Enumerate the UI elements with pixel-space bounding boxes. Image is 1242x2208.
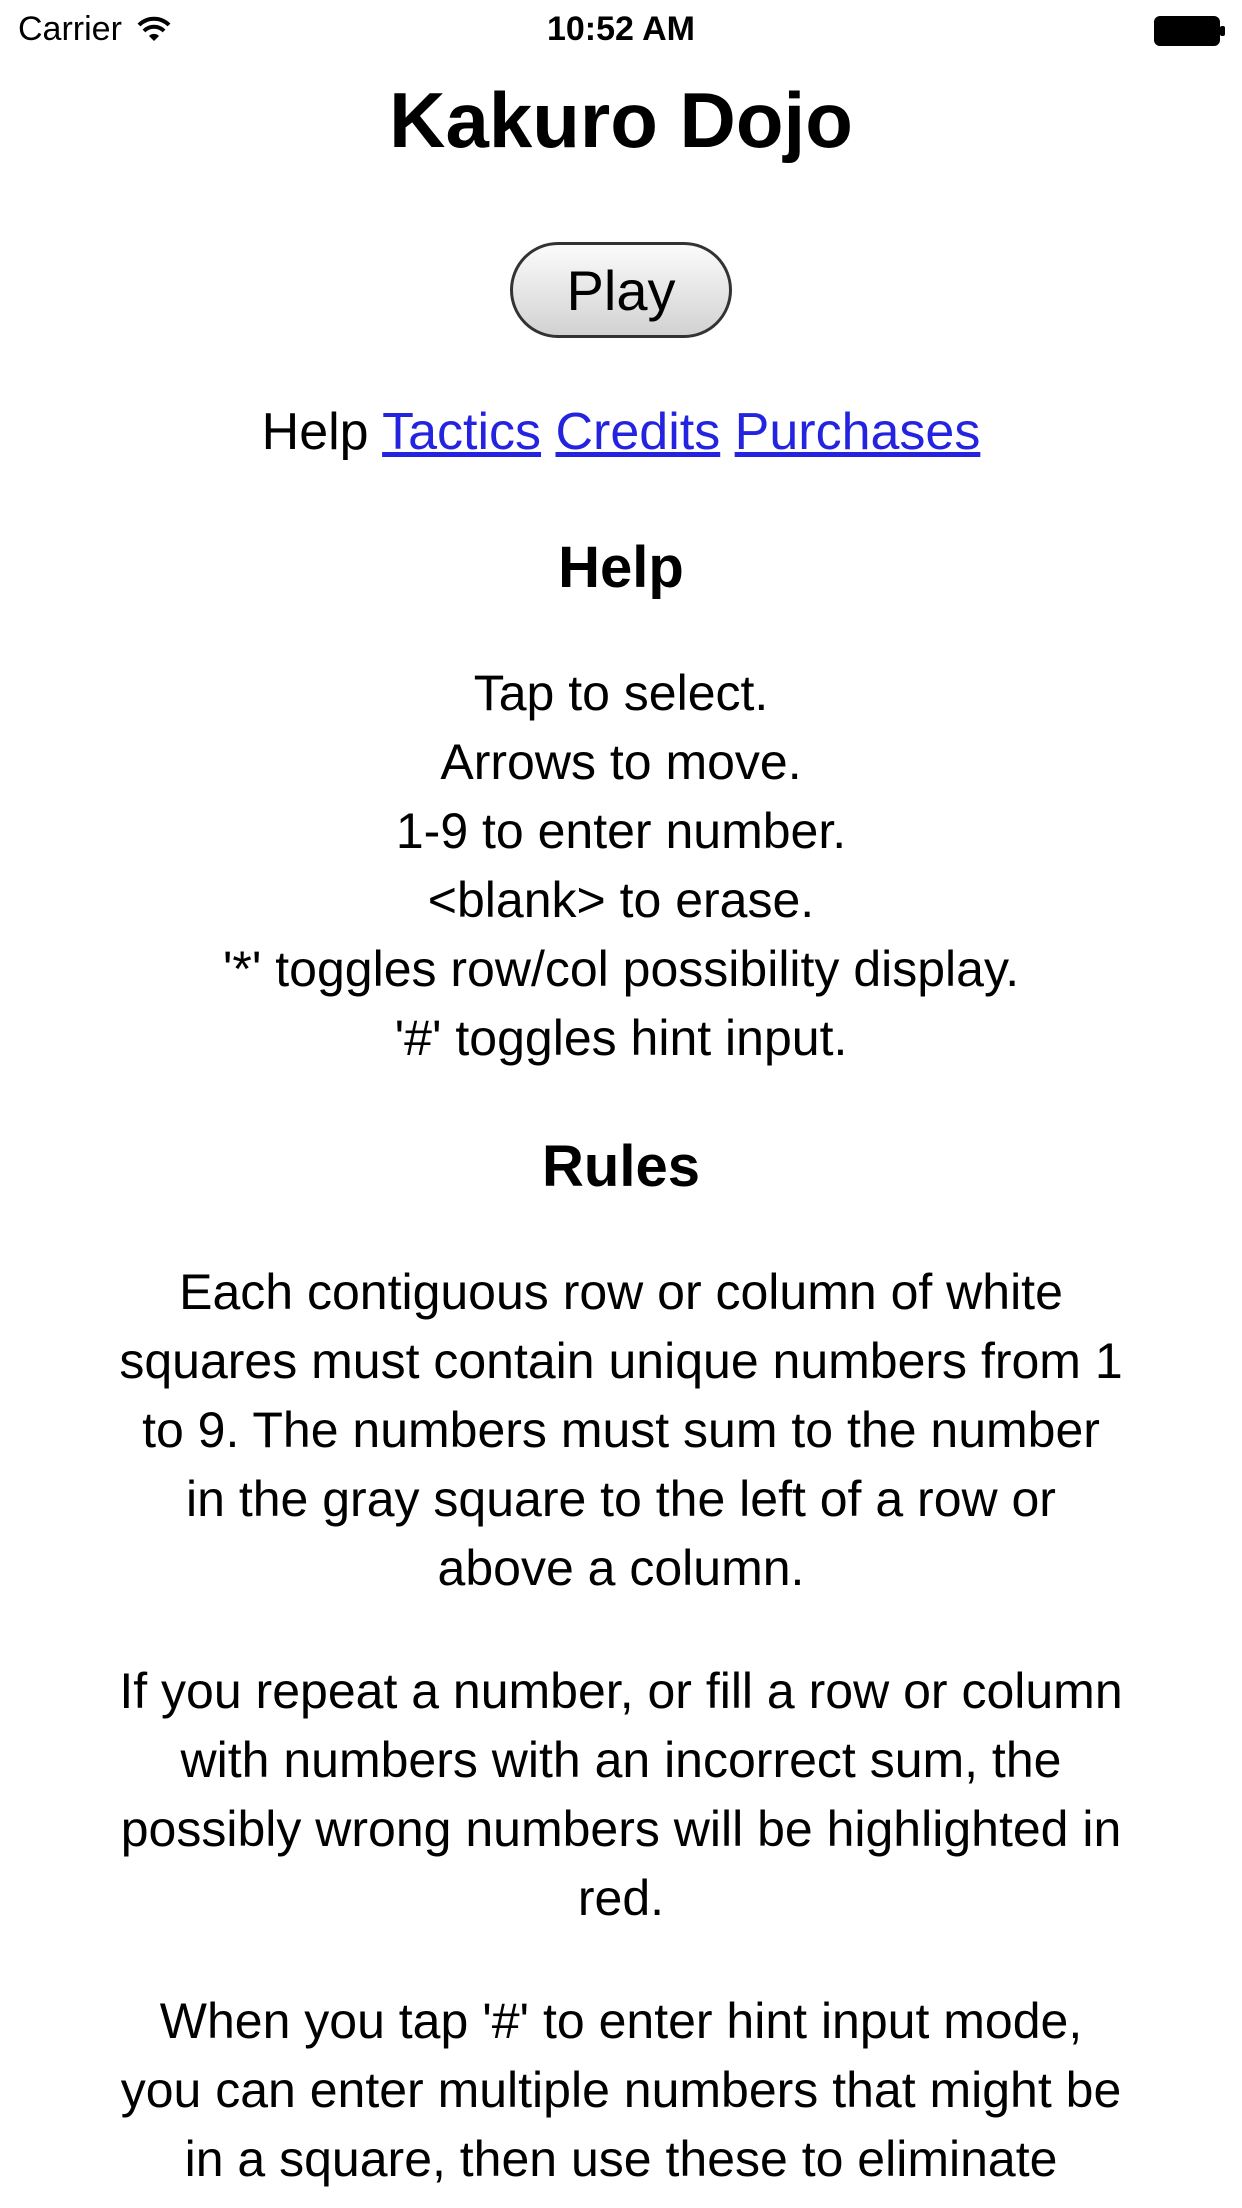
nav-links: Help Tactics Credits Purchases: [0, 402, 1242, 462]
battery-icon: [1154, 16, 1225, 46]
help-line: '#' toggles hint input.: [394, 1010, 848, 1066]
help-line: 1-9 to enter number.: [395, 803, 847, 859]
app-title: Kakuro Dojo: [389, 76, 853, 164]
rules-paragraph: If you repeat a number, or fill a row or…: [119, 1663, 1123, 1926]
help-line: Arrows to move.: [440, 734, 802, 790]
help-line: <blank> to erase.: [427, 872, 815, 928]
nav-current-help: Help: [261, 403, 369, 461]
purchases-link[interactable]: Purchases: [735, 403, 981, 461]
rules-heading: Rules: [542, 1134, 700, 1199]
status-time: 10:52 AM: [546, 10, 696, 48]
rules-paragraph: When you tap '#' to enter hint input mod…: [120, 1993, 1122, 2187]
status-bar: Carrier 10:52 AM: [0, 0, 1242, 60]
main-content: Kakuro Dojo Play Help Tactics Credits Pu…: [0, 70, 1242, 2194]
credits-link[interactable]: Credits: [555, 403, 720, 461]
play-button[interactable]: Play: [510, 242, 732, 338]
help-line: Tap to select.: [473, 665, 769, 721]
help-line: '*' toggles row/col possibility display.: [222, 941, 1020, 997]
help-heading: Help: [558, 535, 684, 600]
help-instructions: Tap to select. Arrows to move. 1-9 to en…: [0, 659, 1242, 1073]
rules-paragraph: Each contiguous row or column of white s…: [119, 1264, 1123, 1596]
tactics-link[interactable]: Tactics: [382, 403, 541, 461]
